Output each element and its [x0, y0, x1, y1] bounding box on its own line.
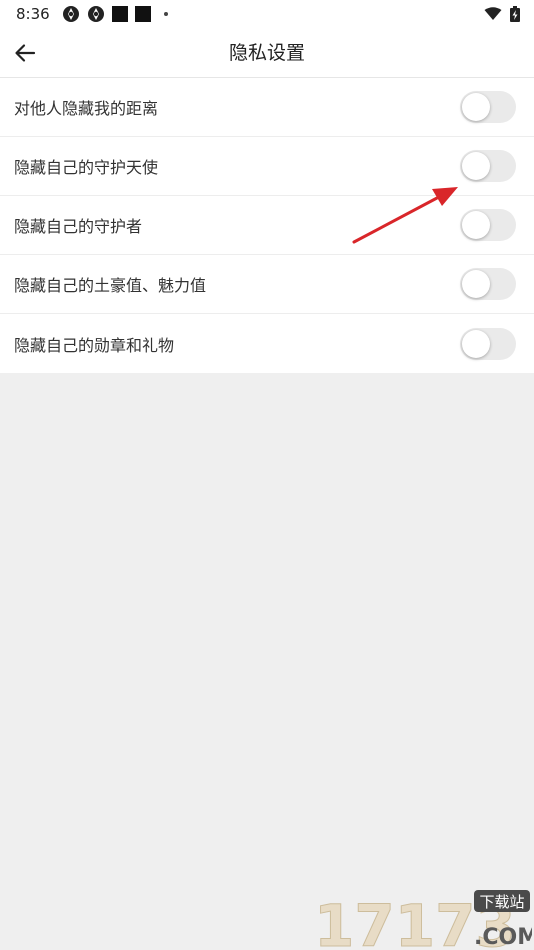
- setting-label: 隐藏自己的土豪值、魅力值: [14, 276, 207, 295]
- page-title: 隐私设置: [228, 42, 305, 64]
- watermark-suffix: .COM: [474, 925, 532, 950]
- setting-label: 隐藏自己的守护者: [14, 217, 143, 236]
- toggle-knob: [462, 270, 490, 298]
- setting-row-hide-guardian: 隐藏自己的守护者: [0, 196, 534, 255]
- arrow-left-icon: [15, 44, 36, 62]
- hide-wealth-charm-toggle[interactable]: [460, 268, 516, 300]
- hide-guardian-angel-toggle[interactable]: [460, 150, 516, 182]
- setting-label: 隐藏自己的守护天使: [14, 158, 159, 177]
- setting-row-hide-wealth-charm: 隐藏自己的土豪值、魅力值: [0, 255, 534, 314]
- setting-row-hide-medals-gifts: 隐藏自己的勋章和礼物: [0, 314, 534, 373]
- aperture-icon: [62, 6, 79, 22]
- setting-row-hide-guardian-angel: 隐藏自己的守护天使: [0, 137, 534, 196]
- watermark-badge: 下载站: [479, 893, 524, 911]
- hide-medals-gifts-toggle[interactable]: [460, 327, 516, 360]
- notification-square-icon: [111, 6, 128, 22]
- setting-label: 隐藏自己的勋章和礼物: [14, 335, 175, 355]
- toggle-knob: [462, 93, 490, 121]
- status-time: 8:36: [16, 5, 50, 23]
- setting-row-hide-distance: 对他人隐藏我的距离: [0, 78, 534, 137]
- notification-square-icon: [134, 6, 151, 22]
- hide-guardian-toggle[interactable]: [460, 209, 516, 241]
- hide-distance-toggle[interactable]: [460, 91, 516, 123]
- status-bar: 8:36: [0, 0, 534, 28]
- toggle-knob: [462, 211, 490, 239]
- app-bar: 隐私设置: [0, 28, 534, 78]
- status-notification-icons: [62, 5, 168, 23]
- privacy-settings-list: 对他人隐藏我的距离 隐藏自己的守护天使 隐藏自己的守护者 隐藏自己的土豪值、魅力…: [0, 78, 534, 373]
- aperture-icon: [87, 6, 104, 22]
- status-system-icons: [484, 6, 520, 22]
- screen: 8:36 隐私设置 对他人隐藏我的距离 隐藏自己的守护天使 隐藏自己的守护者 隐…: [0, 0, 534, 950]
- battery-charging-icon: [510, 6, 520, 22]
- wifi-icon: [484, 7, 502, 20]
- toggle-knob: [462, 329, 490, 358]
- setting-label: 对他人隐藏我的距离: [14, 99, 159, 118]
- back-button[interactable]: [10, 38, 40, 68]
- more-notifications-dot-icon: [163, 12, 168, 16]
- toggle-knob: [462, 152, 490, 180]
- site-watermark-logo: 17173 下载站 .COM: [314, 890, 532, 950]
